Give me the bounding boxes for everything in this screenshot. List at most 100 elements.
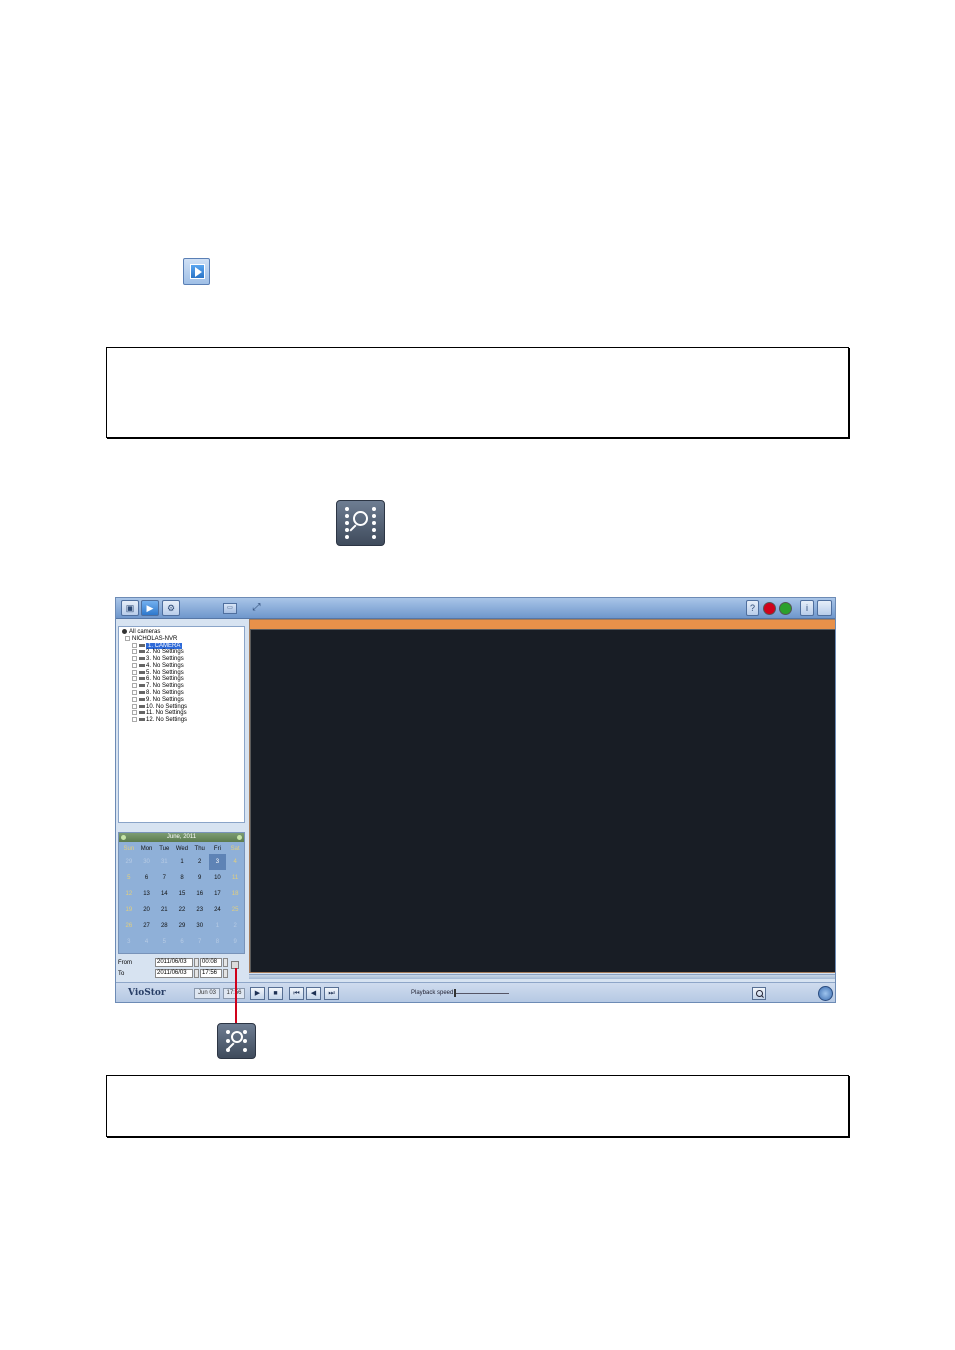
camera-checkbox[interactable] [132, 649, 137, 655]
calendar-day[interactable]: 6 [138, 870, 156, 886]
calendar-day[interactable]: 5 [155, 934, 173, 950]
calendar-day[interactable]: 9 [226, 934, 244, 950]
alert-status-icon[interactable] [763, 602, 776, 615]
tree-root-all-cameras[interactable]: All cameras [122, 629, 241, 636]
video-channel[interactable] [249, 619, 835, 973]
to-date-field[interactable]: 2011/06/03 [155, 969, 193, 978]
from-date-spinner[interactable] [194, 958, 199, 967]
first-frame-button[interactable]: ⏮ [289, 987, 304, 1000]
from-time-spinner[interactable] [223, 958, 228, 967]
camera-checkbox[interactable] [132, 696, 137, 702]
tree-camera-item[interactable]: 9. No Settings [122, 696, 241, 704]
calendar-day[interactable]: 24 [209, 902, 227, 918]
calendar-day[interactable]: 27 [138, 918, 156, 934]
search-icon[interactable] [752, 987, 766, 1000]
calendar-day[interactable]: 25 [226, 902, 244, 918]
help-button[interactable]: ? [746, 600, 759, 616]
tree-camera-item[interactable]: 8. No Settings [122, 690, 241, 697]
camera-checkbox[interactable] [132, 690, 137, 696]
calendar-day[interactable]: 29 [173, 918, 191, 934]
calendar-day[interactable]: 18 [226, 886, 244, 902]
camera-checkbox[interactable] [132, 662, 137, 668]
fullscreen-icon[interactable]: ⤢ [250, 603, 263, 614]
calendar-day[interactable]: 3 [208, 854, 227, 870]
playback-speed-handle[interactable] [454, 989, 456, 997]
tree-camera-item[interactable]: 4. No Settings [122, 662, 241, 670]
calendar-day[interactable]: 8 [209, 934, 227, 950]
calendar-day[interactable]: 12 [120, 886, 138, 902]
calendar-day[interactable]: 13 [138, 886, 156, 902]
camera-checkbox[interactable] [132, 642, 137, 648]
calendar-day[interactable]: 30 [138, 854, 156, 870]
to-time-spinner[interactable] [223, 969, 228, 978]
to-time-field[interactable]: 17:56 [200, 969, 222, 978]
next-frame-button[interactable]: ⏭ [324, 987, 339, 1000]
monitor-button[interactable]: ▣ [121, 600, 139, 616]
calendar-day[interactable]: 7 [155, 870, 173, 886]
online-status-icon[interactable] [779, 602, 792, 615]
playback-speed-slider[interactable] [454, 993, 509, 994]
calendar-day[interactable]: 2 [191, 854, 209, 870]
calendar-day[interactable]: 23 [191, 902, 209, 918]
camera-checkbox[interactable] [132, 656, 137, 662]
tree-camera-item[interactable]: 11. No Settings [122, 710, 241, 717]
camera-checkbox[interactable] [132, 669, 137, 675]
convert-button[interactable]: ⚙ [162, 600, 180, 616]
prev-month-icon[interactable] [121, 835, 126, 840]
qnap-logo-icon[interactable] [818, 986, 833, 1001]
calendar-day[interactable]: 14 [155, 886, 173, 902]
tree-camera-item[interactable]: 7. No Settings [122, 683, 241, 690]
calendar-day[interactable]: 7 [191, 934, 209, 950]
calendar-day[interactable]: 21 [155, 902, 173, 918]
tree-camera-item[interactable]: 5. No Settings [122, 669, 241, 677]
next-month-icon[interactable] [237, 835, 242, 840]
calendar-day[interactable]: 16 [191, 886, 209, 902]
calendar-day[interactable]: 5 [120, 870, 138, 886]
tree-camera-item[interactable]: 2. No Settings [122, 649, 241, 656]
camera-checkbox[interactable] [132, 703, 137, 709]
video-display[interactable] [251, 630, 835, 972]
camera-checkbox[interactable] [132, 717, 137, 723]
calendar-day[interactable]: 2 [226, 918, 244, 934]
calendar-day[interactable]: 3 [120, 934, 138, 950]
calendar-day[interactable]: 10 [209, 870, 227, 886]
stop-button[interactable]: ■ [268, 987, 283, 1000]
from-date-field[interactable]: 2011/06/03 [155, 958, 193, 967]
expand-icon[interactable] [125, 635, 130, 641]
timeline-scrollbar[interactable] [249, 974, 835, 979]
calendar-day[interactable]: 8 [173, 870, 191, 886]
calendar-day[interactable]: 30 [191, 918, 209, 934]
tree-camera-item[interactable]: 10. No Settings [122, 703, 241, 711]
calendar-day[interactable]: 9 [191, 870, 209, 886]
camera-checkbox[interactable] [132, 710, 137, 716]
calendar-day[interactable]: 1 [209, 918, 227, 934]
calendar-day[interactable]: 11 [226, 870, 244, 886]
calendar-day[interactable]: 15 [173, 886, 191, 902]
play-button[interactable]: ▶ [250, 987, 265, 1000]
playback-button[interactable]: ▶ [141, 600, 159, 616]
calendar-day[interactable]: 19 [120, 902, 138, 918]
calendar-day[interactable]: 22 [173, 902, 191, 918]
tree-camera-item[interactable]: 6. No Settings [122, 676, 241, 683]
calendar-day[interactable]: 1 [173, 854, 191, 870]
to-date-spinner[interactable] [194, 969, 199, 978]
camera-checkbox[interactable] [132, 683, 137, 689]
calendar-day[interactable]: 20 [138, 902, 156, 918]
previous-frame-button[interactable]: ◀ [306, 987, 321, 1000]
calendar-day[interactable]: 26 [120, 918, 138, 934]
calendar-day[interactable]: 4 [226, 854, 244, 870]
user-logout-icon[interactable] [817, 600, 832, 616]
calendar-day[interactable]: 31 [155, 854, 173, 870]
calendar-day[interactable]: 4 [138, 934, 156, 950]
tree-camera-item[interactable]: 3. No Settings [122, 656, 241, 663]
tree-server[interactable]: NICHOLAS-NVR [122, 635, 241, 643]
calendar-day[interactable]: 6 [173, 934, 191, 950]
layout-button[interactable]: ▭ [223, 603, 237, 614]
from-time-field[interactable]: 00:08 [200, 958, 222, 967]
tree-camera-item[interactable]: 12. No Settings [122, 717, 241, 724]
calendar-day[interactable]: 17 [209, 886, 227, 902]
info-button[interactable]: i [800, 600, 814, 616]
camera-checkbox[interactable] [132, 676, 137, 682]
tree-camera-item[interactable]: 1. CAMERA [122, 642, 241, 650]
calendar-day[interactable]: 28 [155, 918, 173, 934]
